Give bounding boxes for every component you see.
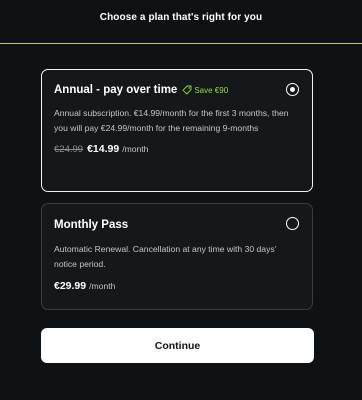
price-period: /month xyxy=(122,144,149,154)
tag-icon xyxy=(182,85,192,95)
plan-description: Automatic Renewal. Cancellation at any t… xyxy=(54,244,277,269)
old-price: €24.99 xyxy=(54,144,84,155)
price-row: €24.99 €14.99 /month xyxy=(54,143,300,155)
plan-title-row: Monthly Pass xyxy=(54,219,300,231)
plan-title-row: Annual - pay over time Save €90 xyxy=(54,84,300,96)
price: €29.99 xyxy=(54,280,87,292)
plan-radio-monthly[interactable] xyxy=(286,217,299,230)
price: €14.99 xyxy=(87,143,120,155)
price-row: €29.99 /month xyxy=(54,280,300,292)
plan-title: Monthly Pass xyxy=(54,219,129,231)
page-title: Choose a plan that's right for you xyxy=(99,12,263,23)
plan-selection-screen: Choose a plan that's right for you Annua… xyxy=(0,0,362,400)
save-badge-label: Save €90 xyxy=(194,85,229,95)
radio-selected-dot xyxy=(289,86,295,92)
plan-card-monthly[interactable]: Monthly Pass Automatic Renewal. Cancella… xyxy=(41,203,313,310)
save-badge: Save €90 xyxy=(182,85,228,95)
price-period: /month xyxy=(89,281,116,291)
continue-button[interactable]: Continue xyxy=(41,328,314,363)
plan-card-annual[interactable]: Annual - pay over time Save €90 Annual s… xyxy=(41,69,313,192)
plan-radio-annual[interactable] xyxy=(286,83,299,96)
plan-title: Annual - pay over time xyxy=(54,84,178,96)
header: Choose a plan that's right for you xyxy=(0,0,362,44)
plan-description: Annual subscription. €14.99/month for th… xyxy=(54,108,289,133)
